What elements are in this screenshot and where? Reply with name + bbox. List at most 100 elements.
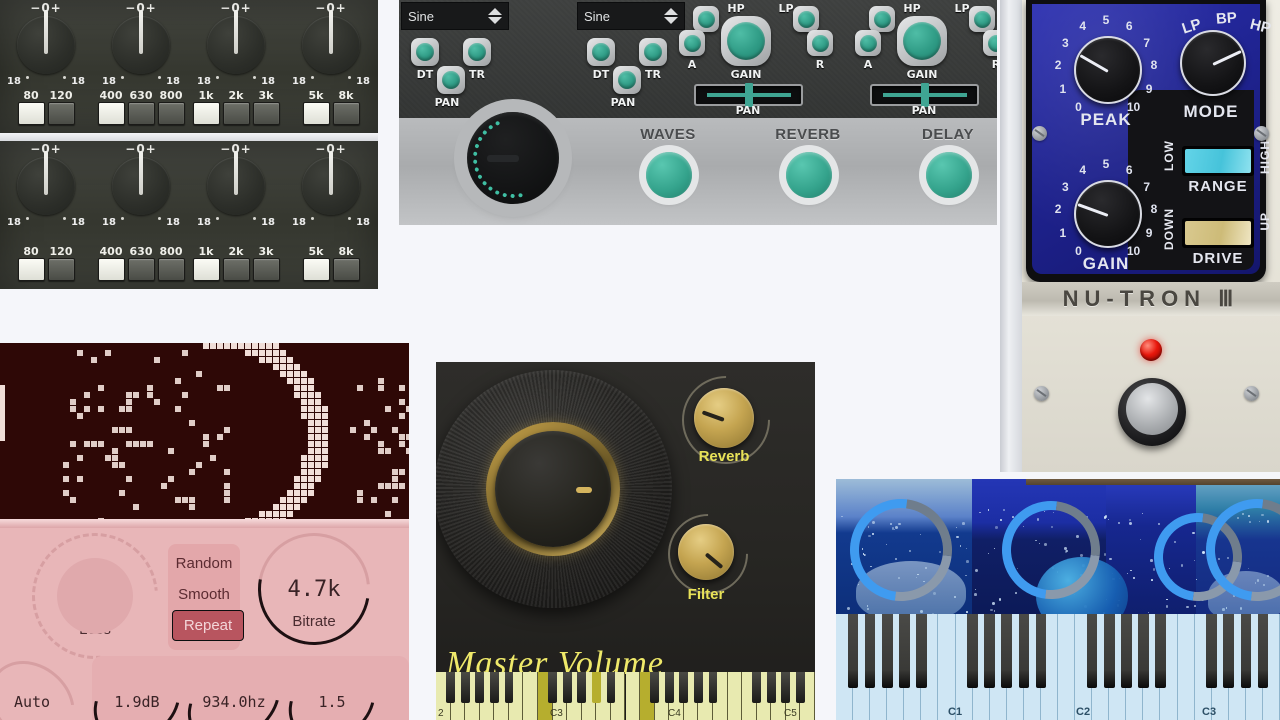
piano-black-key[interactable]	[1103, 614, 1115, 688]
piano-white-key[interactable]	[625, 672, 641, 720]
eq-freq-button[interactable]	[222, 258, 250, 281]
piano-white-key[interactable]	[727, 672, 743, 720]
eq-gain-knob[interactable]	[207, 151, 265, 215]
piano-black-key[interactable]	[1138, 614, 1149, 688]
eq-freq-button[interactable]	[17, 258, 45, 281]
waveform-select[interactable]: Sine	[401, 2, 509, 30]
eq-freq-button[interactable]	[157, 258, 185, 281]
piano-white-key[interactable]	[523, 672, 539, 720]
pan-slider[interactable]	[694, 83, 803, 107]
gain-pad[interactable]	[721, 16, 771, 66]
piano-black-key[interactable]	[1086, 614, 1098, 688]
eq-freq-button[interactable]	[127, 102, 155, 125]
fx-toggle-button[interactable]	[926, 152, 972, 198]
piano-white-key[interactable]	[1058, 614, 1076, 720]
piano-black-key[interactable]	[460, 672, 470, 703]
hp-filter-pad[interactable]	[869, 6, 895, 32]
piano-black-key[interactable]	[562, 672, 572, 703]
piano-black-key[interactable]	[984, 614, 995, 688]
piano-black-key[interactable]	[752, 672, 762, 703]
eq-freq-button[interactable]	[17, 102, 45, 125]
pan-slider[interactable]	[870, 83, 979, 107]
piano-black-key[interactable]	[577, 672, 587, 703]
peak-knob[interactable]	[1074, 36, 1142, 104]
filter-knob[interactable]	[678, 524, 734, 580]
piano-black-key[interactable]	[864, 614, 876, 688]
eq-freq-button[interactable]	[192, 102, 220, 125]
eq-gain-knob[interactable]	[112, 10, 170, 74]
piano-black-key[interactable]	[606, 672, 616, 703]
piano-black-key[interactable]	[650, 672, 659, 703]
release-pad[interactable]	[983, 30, 997, 56]
piano-black-key[interactable]	[781, 672, 791, 703]
piano-black-key[interactable]	[766, 672, 776, 703]
fx-toggle-button[interactable]	[646, 152, 692, 198]
piano-black-key[interactable]	[1018, 614, 1030, 688]
fx-toggle-button[interactable]	[786, 152, 832, 198]
eq-freq-button[interactable]	[302, 258, 330, 281]
range-switch[interactable]	[1182, 146, 1254, 176]
piano-black-key[interactable]	[679, 672, 689, 703]
piano-black-key[interactable]	[446, 672, 455, 703]
piano-black-key[interactable]	[708, 672, 718, 703]
piano-black-key[interactable]	[967, 614, 978, 688]
piano-black-key[interactable]	[1223, 614, 1235, 688]
parameter-dial[interactable]: 934.0hz	[171, 643, 297, 720]
osc-toggle-pad[interactable]	[587, 38, 615, 66]
spinner-icon[interactable]	[488, 8, 502, 24]
piano-black-key[interactable]	[1001, 614, 1013, 688]
osc-toggle-pad[interactable]	[639, 38, 667, 66]
eq-freq-button[interactable]	[252, 102, 280, 125]
parameter-dial[interactable]: Auto	[0, 644, 92, 720]
eq-freq-button[interactable]	[47, 258, 75, 281]
eq-freq-button[interactable]	[97, 258, 125, 281]
release-pad[interactable]	[807, 30, 833, 56]
waveform-select[interactable]: Sine	[577, 2, 685, 30]
mode-knob[interactable]	[1180, 30, 1246, 96]
osc-toggle-pad[interactable]	[613, 66, 641, 94]
eq-gain-knob[interactable]	[207, 10, 265, 74]
osc-toggle-pad[interactable]	[437, 66, 465, 94]
osc-toggle-pad[interactable]	[463, 38, 491, 66]
piano-black-key[interactable]	[548, 672, 557, 703]
piano-black-key[interactable]	[489, 672, 499, 703]
hp-filter-pad[interactable]	[693, 6, 719, 32]
piano-black-key[interactable]	[881, 614, 893, 688]
eq-freq-button[interactable]	[222, 102, 250, 125]
eq-freq-button[interactable]	[47, 102, 75, 125]
piano-black-key[interactable]	[694, 672, 703, 703]
bitrate-dial[interactable]: 4.7k Bitrate	[235, 519, 393, 668]
gain-pad[interactable]	[897, 16, 947, 66]
attack-pad[interactable]	[679, 30, 705, 56]
piano-black-key[interactable]	[1240, 614, 1252, 688]
piano-black-key[interactable]	[847, 614, 859, 688]
eq-freq-button[interactable]	[157, 102, 185, 125]
attack-pad[interactable]	[855, 30, 881, 56]
range-switch-lever[interactable]	[1185, 149, 1251, 173]
gain-knob[interactable]	[1074, 180, 1142, 248]
piano-black-key[interactable]	[1155, 614, 1166, 688]
parameter-dial[interactable]: 1.9dB	[78, 645, 196, 720]
eq-freq-button[interactable]	[332, 102, 360, 125]
eq-gain-knob[interactable]	[302, 151, 360, 215]
piano-black-key[interactable]	[1121, 614, 1132, 688]
spinner-icon[interactable]	[664, 8, 678, 24]
mode-button-repeat[interactable]: Repeat	[172, 610, 244, 641]
piano-black-key[interactable]	[475, 672, 485, 703]
master-volume-knob[interactable]	[436, 370, 672, 608]
piano-black-key[interactable]	[916, 614, 927, 688]
piano-black-key[interactable]	[796, 672, 805, 703]
eq-gain-knob[interactable]	[112, 151, 170, 215]
eq-freq-button[interactable]	[192, 258, 220, 281]
osc-toggle-pad[interactable]	[411, 38, 439, 66]
eq-freq-button[interactable]	[97, 102, 125, 125]
piano-black-key[interactable]	[1206, 614, 1217, 688]
mode-button-random[interactable]: Random	[172, 548, 236, 579]
piano-black-key[interactable]	[664, 672, 674, 703]
piano-black-key[interactable]	[1035, 614, 1047, 688]
mode-button-smooth[interactable]: Smooth	[172, 579, 236, 610]
parameter-dial[interactable]: 1.5	[273, 645, 391, 720]
piano-black-key[interactable]	[899, 614, 910, 688]
eq-freq-button[interactable]	[252, 258, 280, 281]
piano-white-key[interactable]	[1177, 614, 1195, 720]
